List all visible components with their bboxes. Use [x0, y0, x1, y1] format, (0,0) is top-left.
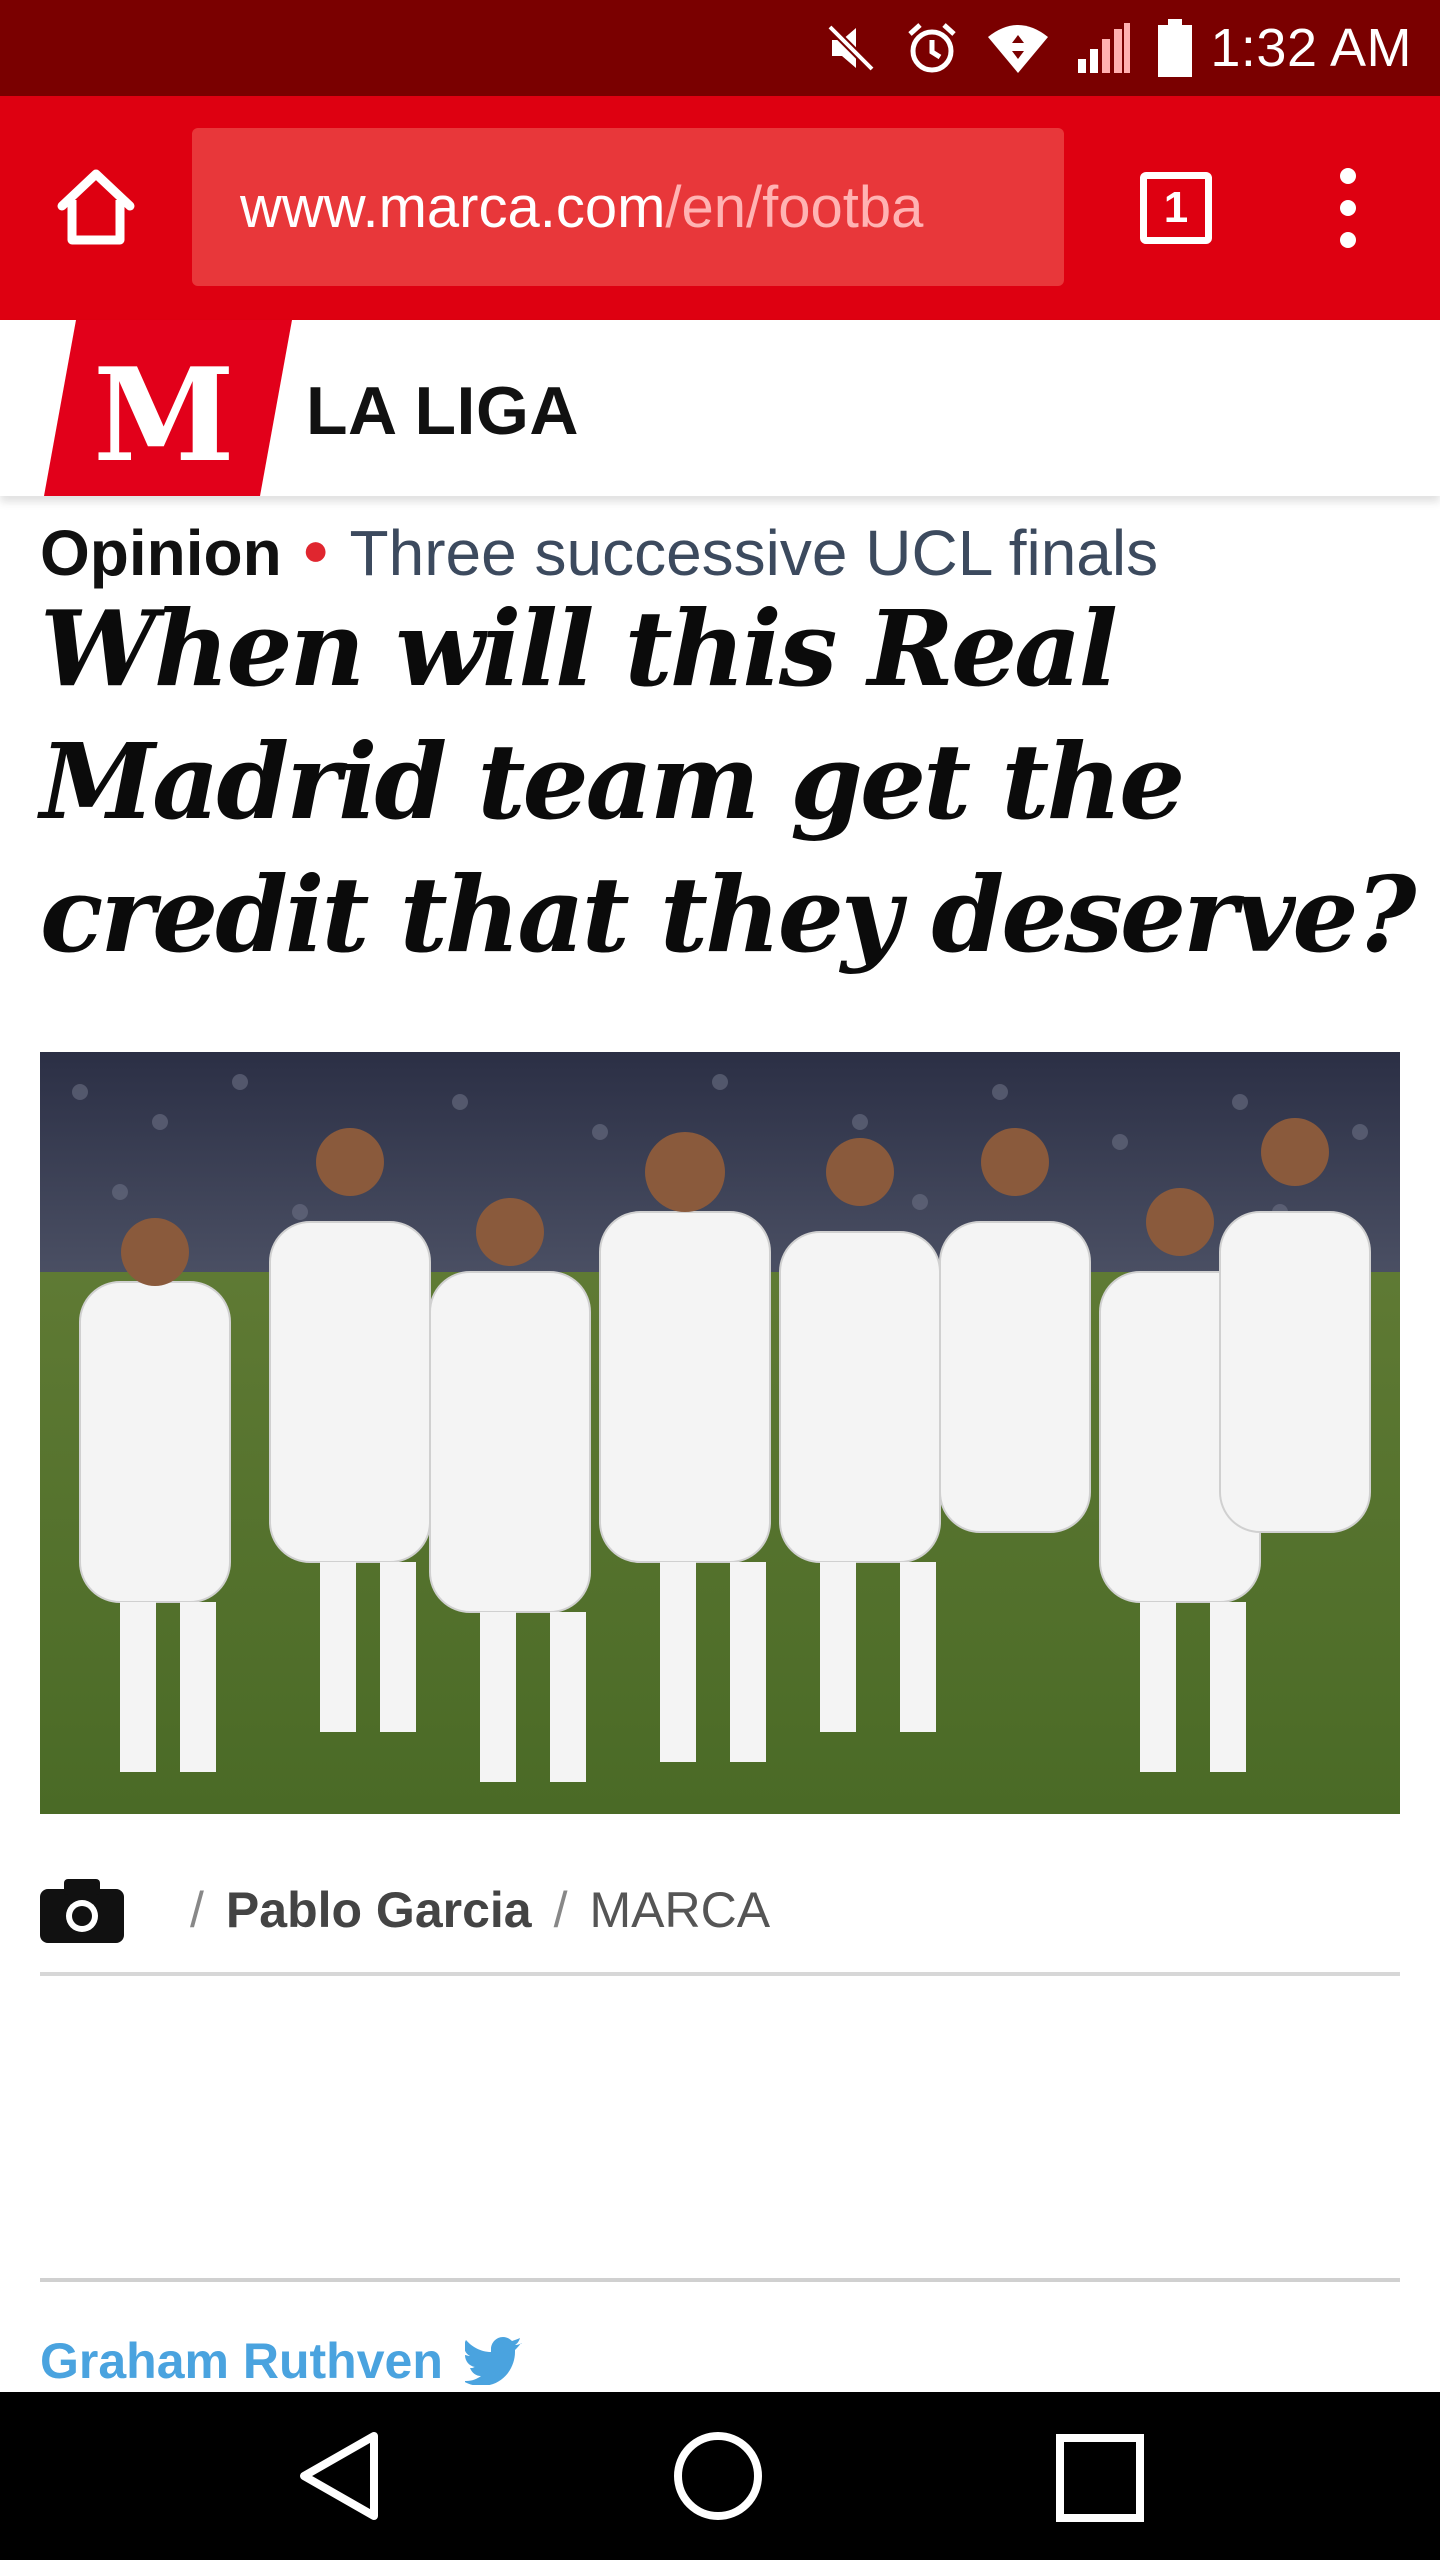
- tab-switcher-button[interactable]: 1: [1140, 172, 1212, 244]
- home-icon: [57, 169, 135, 245]
- site-header: M LA LIGA: [0, 320, 1440, 496]
- article-kicker: Opinion ● Three successive UCL finals: [40, 516, 1158, 590]
- battery-icon: [1158, 19, 1193, 77]
- article-photo[interactable]: [40, 1052, 1400, 1814]
- team-photo-image: [40, 1052, 1400, 1814]
- more-vert-icon: [1340, 168, 1356, 248]
- muted-speaker-icon: [824, 21, 878, 75]
- url-path: /en/footba: [665, 174, 924, 240]
- credit-separator: /: [553, 1882, 568, 1938]
- url-host: www.marca.com: [240, 174, 666, 240]
- credit-separator: /: [190, 1882, 204, 1938]
- wifi-icon: [986, 21, 1050, 75]
- article-headline: When will this Real Madrid team get the …: [40, 587, 1416, 976]
- overflow-menu-button[interactable]: [1328, 162, 1368, 254]
- author-line: Graham Ruthven: [40, 2332, 523, 2390]
- signal-icon: [1076, 21, 1132, 75]
- system-nav-bar: [0, 2392, 1440, 2560]
- tab-count: 1: [1163, 183, 1189, 232]
- recents-icon[interactable]: [1056, 2434, 1144, 2522]
- logo-letter: M: [93, 341, 235, 491]
- credit-author: Pablo Garcia: [225, 1882, 532, 1938]
- status-time: 1:32 AM: [1210, 18, 1412, 78]
- author-name[interactable]: Graham Ruthven: [40, 2332, 443, 2390]
- camera-icon: [40, 1879, 124, 1943]
- section-title[interactable]: LA LIGA: [306, 372, 579, 450]
- home-button[interactable]: [54, 166, 138, 250]
- photo-credit: / Pablo Garcia / MARCA: [40, 1864, 1400, 1976]
- status-icons: [824, 19, 1193, 77]
- alarm-icon: [904, 20, 960, 76]
- back-icon[interactable]: [296, 2430, 380, 2522]
- kicker-dot: ●: [301, 523, 330, 575]
- kicker-label[interactable]: Opinion: [40, 517, 282, 589]
- home-nav-icon[interactable]: [672, 2430, 764, 2522]
- section-divider: [40, 2278, 1400, 2282]
- url-bar[interactable]: www.marca.com/en/footba: [192, 128, 1064, 286]
- twitter-icon[interactable]: [464, 2337, 523, 2385]
- status-bar: 1:32 AM: [0, 0, 1440, 96]
- kicker-topic[interactable]: Three successive UCL finals: [350, 517, 1159, 589]
- credit-source: MARCA: [589, 1882, 771, 1938]
- marca-logo[interactable]: M: [44, 320, 292, 496]
- browser-toolbar: www.marca.com/en/footba 1: [0, 96, 1440, 320]
